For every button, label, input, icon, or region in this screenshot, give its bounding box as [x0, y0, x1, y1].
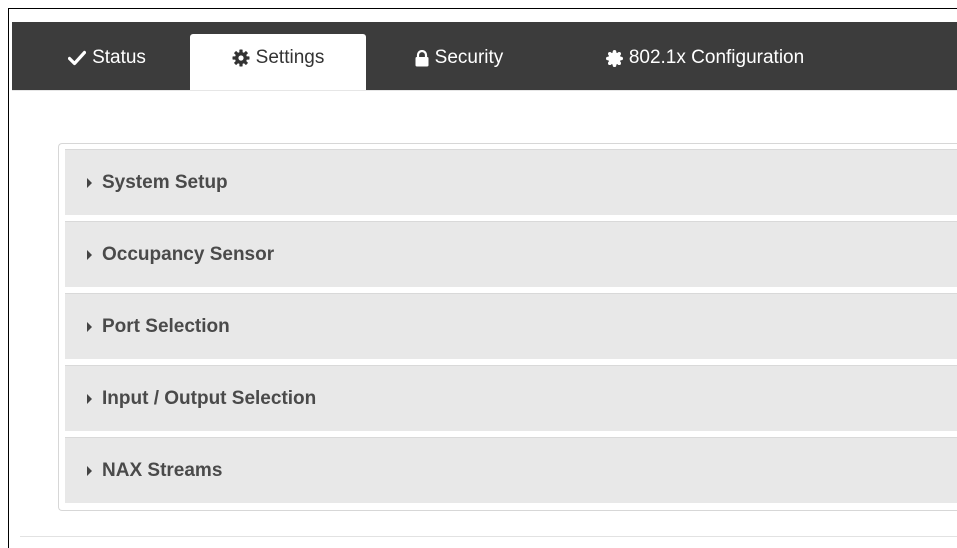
tab-status-label: Status — [92, 47, 146, 68]
panel-nax-streams[interactable]: NAX Streams — [65, 437, 957, 503]
panel-label: Input / Output Selection — [102, 387, 317, 409]
settings-accordion: System Setup Occupancy Sensor Port Selec… — [58, 143, 957, 511]
panel-port-selection[interactable]: Port Selection — [65, 293, 957, 359]
tab-settings-label: Settings — [255, 47, 325, 68]
badge-icon — [605, 49, 623, 67]
caret-right-icon — [87, 394, 92, 404]
panel-input-output-selection[interactable]: Input / Output Selection — [65, 365, 957, 431]
caret-right-icon — [87, 466, 92, 476]
content-bottom-border — [20, 536, 957, 537]
tab-settings[interactable]: Settings — [190, 34, 366, 90]
gear-icon — [232, 49, 250, 67]
caret-right-icon — [87, 178, 92, 188]
panel-system-setup[interactable]: System Setup — [65, 149, 957, 215]
panel-label: NAX Streams — [102, 459, 223, 481]
tab-status[interactable]: Status — [42, 34, 172, 90]
lock-icon — [415, 49, 429, 67]
panel-label: Port Selection — [102, 315, 230, 337]
tab-security-label: Security — [434, 47, 504, 68]
caret-right-icon — [87, 322, 92, 332]
panel-label: Occupancy Sensor — [102, 243, 275, 265]
caret-right-icon — [87, 250, 92, 260]
tab-bar: Status Settings Security 802.1x Configur… — [12, 22, 957, 90]
tab-8021x-label: 802.1x Configuration — [628, 47, 805, 68]
panel-label: System Setup — [102, 171, 228, 193]
check-icon — [68, 50, 87, 66]
tab-security[interactable]: Security — [384, 34, 534, 90]
panel-occupancy-sensor[interactable]: Occupancy Sensor — [65, 221, 957, 287]
tab-content-divider — [12, 90, 957, 91]
tab-8021x-configuration[interactable]: 802.1x Configuration — [560, 34, 850, 90]
